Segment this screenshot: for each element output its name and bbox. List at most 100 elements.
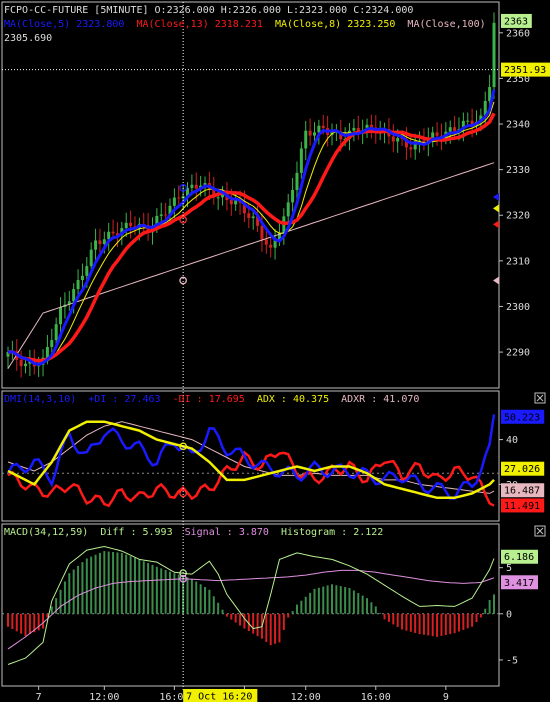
candle-body xyxy=(435,132,439,136)
chart-window: 22902300231023202330234023502360 2040 -5… xyxy=(0,0,550,702)
price-tick-label: 2310 xyxy=(506,256,530,267)
macd-signal-tag: 3.417 xyxy=(504,578,534,589)
ma5-value: 2323.800 xyxy=(76,19,124,30)
macd-title: MACD(34,12,59) xyxy=(4,527,88,538)
candle-body xyxy=(98,240,102,245)
dmi-legend: DMI(14,3,10) +DI : 27.463 -DI : 17.695 A… xyxy=(4,394,419,405)
adx-value: 40.375 xyxy=(293,394,329,405)
candle-body xyxy=(308,130,312,136)
candle-body xyxy=(312,132,316,136)
axis-pointer-icon xyxy=(493,204,499,213)
signal-line xyxy=(7,569,495,650)
signal-value: 3.870 xyxy=(239,527,269,538)
ma8-line xyxy=(7,101,495,362)
ma5-name: MA(Close,5) xyxy=(4,19,70,30)
candle-body xyxy=(448,127,452,132)
adxr-line xyxy=(7,421,495,494)
price-chart-title: FCPO-CC-FUTURE [5MINUTE] O:2326.000 H:23… xyxy=(4,5,413,16)
dmi-adx-tag: 27.026 xyxy=(504,464,540,475)
candle-body xyxy=(111,231,115,234)
plus-di-name: +DI xyxy=(88,394,106,405)
price-tick-label: 2290 xyxy=(506,348,530,359)
candle-body xyxy=(190,184,194,188)
price-tick-label: 2330 xyxy=(506,165,530,176)
candle-body xyxy=(291,190,295,203)
price-tick-label: 2340 xyxy=(506,120,530,131)
axis-pointer-icon xyxy=(493,220,499,229)
macd-pane-frame xyxy=(1,523,500,687)
ma100-line xyxy=(7,162,495,369)
candle-body xyxy=(94,240,98,250)
diff-name: Diff xyxy=(100,527,124,538)
candle-body xyxy=(129,222,133,227)
price-tick-label: 2360 xyxy=(506,28,530,39)
candle-body xyxy=(229,200,233,205)
x-tick-label: 12:00 xyxy=(89,692,119,702)
ma100-name: MA(Close,100) xyxy=(407,19,485,30)
axis-pointer-icon xyxy=(493,193,499,201)
plus-di-value: 27.463 xyxy=(124,394,160,405)
candle-body xyxy=(260,225,264,240)
cursor-price-tag: 2351.93 xyxy=(504,65,546,76)
macd-tick-label: -5 xyxy=(506,655,518,666)
ma13-line xyxy=(7,112,496,363)
dmi-tick-label: 40 xyxy=(506,435,518,446)
macd-tick-label: 5 xyxy=(506,563,512,574)
candle-body xyxy=(102,239,106,245)
candle-body xyxy=(396,138,400,142)
candle-body xyxy=(24,363,28,367)
candle-body xyxy=(50,340,54,348)
candle-body xyxy=(72,289,76,302)
ma5-line xyxy=(7,89,496,367)
candle-body xyxy=(299,148,303,173)
candle-body xyxy=(295,172,299,191)
candle-body xyxy=(409,147,413,150)
price-pane-frame xyxy=(1,1,500,389)
candle-body xyxy=(159,214,163,216)
chart-canvas[interactable]: 22902300231023202330234023502360 2040 -5… xyxy=(0,0,550,702)
price-tick-label: 2320 xyxy=(506,211,530,222)
macd-diff-tag: 6.186 xyxy=(504,552,534,563)
dmi-close-icon[interactable] xyxy=(534,392,546,404)
candle-body xyxy=(391,136,395,142)
macd-legend: MACD(34,12,59) Diff : 5.993 Signal : 3.8… xyxy=(4,527,383,538)
ma13-name: MA(Close,13) xyxy=(136,19,208,30)
candle-body xyxy=(264,239,268,245)
candle-body xyxy=(216,197,220,199)
candle-body xyxy=(54,324,58,341)
adxr-value: 41.070 xyxy=(383,394,419,405)
x-tick-label: 7 xyxy=(36,692,42,702)
histogram-name: Histogram xyxy=(281,527,335,538)
macd-tick-label: 0 xyxy=(506,609,512,620)
candle-body xyxy=(247,213,251,219)
candle-body xyxy=(107,231,111,240)
candle-body xyxy=(172,197,176,206)
ma100-value: 2305.690 xyxy=(4,33,52,44)
candle-body xyxy=(269,244,273,248)
macd-close-icon[interactable] xyxy=(534,525,546,537)
ma8-name: MA(Close,8) xyxy=(275,19,341,30)
dmi-title: DMI(14,3,10) xyxy=(4,394,76,405)
ohlc-label: O:2326.000 H:2326.000 L:2323.000 C:2324.… xyxy=(155,5,414,16)
candle-body xyxy=(45,347,49,358)
candle-body xyxy=(76,280,80,290)
candle-body xyxy=(59,306,63,325)
diff-line xyxy=(7,545,495,665)
dmi-pane-frame xyxy=(1,390,500,522)
candle-body xyxy=(124,222,128,229)
price-tick-label: 2300 xyxy=(506,302,530,313)
candle-body xyxy=(304,130,308,149)
candle-body xyxy=(466,120,470,122)
x-tick-label: 16:00 xyxy=(361,692,391,702)
signal-name: Signal xyxy=(185,527,221,538)
candle-body xyxy=(453,127,457,131)
candle-body xyxy=(80,275,84,281)
candle-body xyxy=(251,216,255,219)
x-tick-label: 12:00 xyxy=(291,692,321,702)
ma13-value: 2318.231 xyxy=(215,19,263,30)
cursor-date-tag: 7 Oct 16:20 xyxy=(186,692,252,702)
candle-body xyxy=(19,359,23,367)
axis-pointer-icon xyxy=(493,276,499,285)
dmi-plus-di-tag: 50.223 xyxy=(504,412,540,423)
candle-body xyxy=(177,197,181,199)
